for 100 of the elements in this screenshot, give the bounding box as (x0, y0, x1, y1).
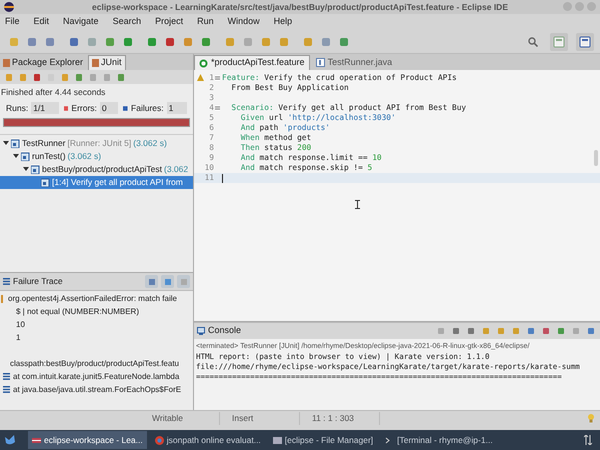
toolbar-button[interactable] (450, 325, 462, 337)
file-icon (316, 58, 325, 67)
menu-item[interactable]: File (5, 15, 20, 29)
toolbar-button[interactable] (32, 72, 42, 82)
square-icon (3, 58, 10, 66)
menu-item[interactable]: Run (197, 15, 214, 29)
maximize-icon (575, 2, 584, 11)
toolbar-button[interactable] (465, 325, 477, 337)
toolbar-button[interactable] (510, 325, 522, 337)
toolbar-button[interactable] (161, 275, 174, 288)
square-icon (75, 72, 83, 82)
toolbar-button[interactable] (74, 72, 84, 82)
failure-icon (123, 106, 128, 111)
tree-item[interactable]: [1:4] Verify get all product API from (0, 176, 193, 188)
square-icon (92, 59, 100, 67)
status-mode: Insert (220, 412, 300, 425)
square-icon (123, 36, 133, 46)
square-icon (165, 36, 175, 46)
search-icon (528, 36, 538, 46)
square-icon (261, 36, 271, 46)
square-icon (87, 36, 97, 46)
runs-count: 1/1 (31, 102, 59, 114)
trace-line: $ | not equal (NUMBER:NUMBER) (16, 306, 139, 318)
tree-item-time: (3.062 s) (68, 150, 102, 162)
toolbar-button[interactable] (540, 325, 552, 337)
taskbar-button[interactable]: [eclipse - File Manager] (268, 431, 378, 449)
tree-item[interactable]: runTest() (3.062 s) (0, 150, 193, 162)
square-icon (180, 278, 188, 286)
window-icon (579, 36, 591, 48)
toolbar-button[interactable] (585, 325, 597, 337)
square-icon (437, 327, 445, 335)
square-icon (69, 36, 79, 46)
menu-item[interactable]: Search (112, 15, 142, 29)
square-icon (103, 72, 111, 82)
taskbar-button[interactable]: jsonpath online evaluat... (150, 431, 265, 449)
start-menu-icon (4, 434, 16, 446)
expand-arrow-icon (13, 153, 19, 159)
editor-tab[interactable]: TestRunner.java (312, 55, 396, 70)
square-icon (27, 36, 37, 46)
toolbar-button[interactable] (555, 325, 567, 337)
expand-arrow-icon (3, 140, 9, 146)
stack-frame-icon (3, 373, 10, 380)
toolbar-button[interactable] (116, 72, 126, 82)
window-icon (553, 36, 565, 48)
monitor-icon (197, 327, 205, 335)
tree-item-time: (3.062 s) (133, 136, 167, 150)
perspective-button[interactable] (550, 32, 568, 50)
taskbar-button[interactable]: eclipse-workspace - Lea... (28, 431, 147, 449)
square-icon (117, 72, 125, 82)
tree-item-label: bestBuy/product/productApiTest (42, 162, 162, 176)
failures-count: 1 (166, 102, 187, 114)
tree-item-label: runTest() (32, 150, 66, 162)
list-icon (3, 278, 10, 285)
expand-arrow-icon (23, 166, 29, 172)
tree-item[interactable]: TestRunner [Runner: JUnit 5] (3.062 s) (0, 136, 193, 150)
menu-item[interactable]: Edit (34, 15, 50, 29)
menu-item[interactable]: Window (228, 15, 260, 29)
minimize-icon (563, 2, 572, 11)
text-cursor (222, 174, 223, 182)
status-position: 11 : 1 : 303 (300, 412, 380, 425)
trace-line: classpath:bestBuy/product/productApiTest.featu (10, 358, 179, 370)
scrollbar-thumb (594, 150, 598, 166)
taskbar-button[interactable]: [Terminal - rhyme@ip-1... (381, 431, 497, 449)
editor-tab[interactable]: *productApiTest.feature (194, 55, 310, 70)
toolbar-button[interactable] (18, 72, 28, 82)
menu-item[interactable]: Project (155, 15, 184, 29)
view-tab[interactable]: JUnit (88, 55, 126, 70)
perspective-button[interactable] (576, 32, 594, 50)
text-cursor-icon (355, 200, 360, 209)
square-icon (164, 278, 172, 286)
square-icon (183, 36, 193, 46)
tree-item[interactable]: bestBuy/product/productApiTest (3.062 (0, 162, 193, 176)
test-icon (21, 152, 30, 160)
toolbar-button[interactable] (480, 325, 492, 337)
toolbar-button[interactable] (4, 72, 14, 82)
toolbar-button[interactable] (145, 275, 158, 288)
toolbar-button[interactable] (495, 325, 507, 337)
view-tab[interactable]: Package Explorer (0, 55, 86, 70)
window-title: eclipse-workspace - LearningKarate/src/test/java/bestBuy/product/productApiTest.feature - Eclipse IDE (92, 0, 508, 14)
square-icon (467, 327, 475, 335)
square-icon (542, 327, 550, 335)
tree-item-label: [1:4] Verify get all product API from (52, 176, 183, 188)
square-icon (572, 327, 580, 335)
square-icon (482, 327, 490, 335)
square-icon (452, 327, 460, 335)
close-icon (587, 2, 596, 11)
square-icon (321, 36, 331, 46)
toolbar-button[interactable] (525, 325, 537, 337)
square-icon (303, 36, 313, 46)
menu-item[interactable]: Navigate (63, 15, 99, 29)
errors-label: Errors: (71, 102, 97, 114)
menu-item[interactable]: Help (274, 15, 292, 29)
toolbar-button[interactable] (60, 72, 70, 82)
status-text: Finished after 4.44 seconds (0, 86, 106, 99)
trace-line: 10 (16, 318, 25, 330)
square-icon (527, 327, 535, 335)
square-icon (225, 36, 235, 46)
square-icon (243, 36, 253, 46)
browser-icon (154, 436, 164, 444)
square-icon (147, 36, 157, 46)
